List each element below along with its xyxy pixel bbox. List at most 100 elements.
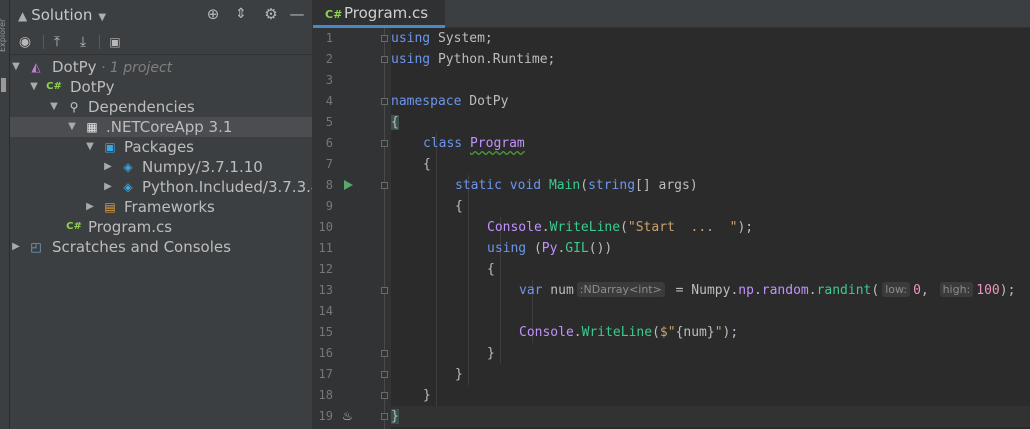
code-text: ); (737, 220, 754, 235)
chevron-down-icon: ▼ (98, 12, 107, 23)
fold-marker-icon[interactable] (381, 35, 388, 42)
tree-item-project[interactable]: ▼ C# DotPy (10, 77, 312, 97)
framework-target-icon: ▦ (86, 120, 98, 134)
fold-marker-icon[interactable] (381, 182, 388, 189)
line-number: 9 (325, 199, 333, 213)
panel-header: ▲ Solution ▼ ⊕ ⇕ ⚙ — (10, 0, 312, 29)
explorer-strip-label[interactable]: Explorer (0, 8, 10, 52)
line-number: 18 (318, 388, 333, 402)
code-editor: C# Program.cs 1 2 3 4 5 6 7 8 9 10 11 12… (312, 0, 1030, 429)
expanded-arrow-icon[interactable]: ▼ (48, 97, 60, 117)
tree-item-packages[interactable]: ▼ ▣ Packages (10, 137, 312, 157)
collapsed-arrow-icon[interactable]: ▶ (10, 237, 22, 257)
minimize-icon[interactable]: — (288, 5, 306, 23)
line-number: 14 (318, 304, 333, 318)
tree-item-netcoreapp[interactable]: ▼ ▦ .NETCoreApp 3.1 (10, 117, 312, 137)
expanded-arrow-icon[interactable]: ▼ (10, 57, 22, 77)
code-line-12: { (391, 259, 1030, 280)
keyword: using (487, 241, 527, 256)
scroll-down-icon[interactable]: ⤓ (74, 33, 92, 51)
target-icon[interactable]: ⊕ (204, 5, 222, 23)
class-ref: Py (541, 241, 558, 256)
csharp-file-icon: C# (325, 8, 343, 21)
panel-title-dropdown[interactable]: ▲ Solution ▼ (18, 6, 106, 24)
panel-toolbar: ◉ ⤒ ⤓ ▣ (10, 29, 312, 55)
code-line-13: var num:NDarray<int> = Numpy.np.random.r… (519, 282, 1016, 298)
csharp-file-icon: C# (66, 221, 82, 232)
keyword: var (519, 283, 543, 298)
fold-marker-icon[interactable] (381, 287, 388, 294)
tree-item-program-cs[interactable]: C# Program.cs (10, 217, 312, 237)
strip-marker (1, 78, 6, 92)
matched-brace: { (391, 115, 399, 130)
gear-icon[interactable]: ⚙ (262, 5, 280, 23)
tree-item-label: Frameworks (124, 198, 215, 216)
tree-item-label: DotPy (52, 58, 97, 76)
code-area[interactable]: using System; using Python.Runtime; name… (391, 28, 1030, 429)
code-line-7: { (391, 154, 1030, 175)
code-text: { (487, 262, 495, 277)
fold-marker-icon[interactable] (381, 56, 388, 63)
collapsed-arrow-icon[interactable]: ▶ (102, 157, 114, 177)
expanded-arrow-icon[interactable]: ▼ (28, 77, 40, 97)
packages-icon: ▣ (104, 140, 116, 154)
tree-item-label: .NETCoreApp 3.1 (106, 118, 233, 136)
number-literal: 0 (913, 283, 921, 298)
line-number: 4 (325, 94, 333, 108)
tree-item-solution[interactable]: ▼ ◭ DotPy · 1 project (10, 57, 312, 77)
method-ref: WriteLine (581, 325, 653, 340)
collapse-all-icon[interactable]: ⇕ (232, 5, 250, 23)
number-literal: 100 (976, 283, 1000, 298)
parameter-hint: high: (939, 282, 974, 297)
fold-marker-icon[interactable] (381, 350, 388, 357)
tool-window-strip: Explorer (0, 0, 10, 429)
code-line-1: using System; (391, 28, 1030, 49)
code-text: } (487, 346, 495, 361)
panel-title: Solution (31, 6, 93, 24)
keyword: string (588, 178, 636, 193)
fold-marker-icon[interactable] (381, 140, 388, 147)
code-text: Python.Runtime; (430, 52, 556, 67)
tree-item-frameworks[interactable]: ▶ ▤ Frameworks (10, 197, 312, 217)
fold-marker-icon[interactable] (381, 98, 388, 105)
tree-item-dependencies[interactable]: ▼ ⚲ Dependencies (10, 97, 312, 117)
code-text: [] args) (635, 178, 698, 193)
tree-item-numpy[interactable]: ▶ ◈ Numpy/3.7.1.10 (10, 157, 312, 177)
class-ref: Console (519, 325, 574, 340)
code-line-8: static void Main(string[] args) (455, 178, 698, 193)
collapsed-arrow-icon[interactable]: ▶ (102, 177, 114, 197)
code-text: } (423, 388, 431, 403)
line-number: 15 (318, 325, 333, 339)
code-line-11: using (Py.GIL()) (487, 241, 613, 256)
tree-item-python-included[interactable]: ▶ ◈ Python.Included/3.7.3.4 (10, 177, 312, 197)
preview-icon[interactable]: ▣ (106, 33, 124, 51)
keyword: class (423, 136, 463, 151)
tree-item-label: Scratches and Consoles (52, 238, 231, 256)
expanded-arrow-icon[interactable]: ▼ (66, 117, 78, 137)
string-literal: "Start ... " (627, 220, 738, 235)
tab-program-cs[interactable]: C# Program.cs (313, 0, 445, 28)
class-ref: Console (487, 220, 542, 235)
scroll-up-icon[interactable]: ⤒ (48, 33, 66, 51)
tree-item-label: Program.cs (88, 218, 173, 236)
code-line-16: } (391, 343, 1030, 364)
fold-marker-icon[interactable] (381, 413, 388, 420)
line-number: 7 (325, 157, 333, 171)
line-number: 8 (325, 178, 333, 192)
lightbulb-icon[interactable]: ♨ (342, 406, 353, 427)
fold-marker-icon[interactable] (381, 392, 388, 399)
line-number: 6 (325, 136, 333, 150)
tree-item-label: Numpy/3.7.1.10 (142, 158, 263, 176)
frameworks-icon: ▤ (104, 200, 116, 214)
tree-item-label: Packages (124, 138, 194, 156)
scratches-icon: ◰ (30, 240, 42, 254)
expanded-arrow-icon[interactable]: ▼ (84, 137, 96, 157)
line-number: 12 (318, 262, 333, 276)
fold-marker-icon[interactable] (381, 371, 388, 378)
keyword: using (391, 31, 431, 46)
code-line-15: Console.WriteLine($"{num}"); (519, 325, 739, 340)
collapsed-arrow-icon[interactable]: ▶ (84, 197, 96, 217)
show-all-files-icon[interactable]: ◉ (16, 33, 34, 51)
tree-item-scratches[interactable]: ▶ ◰ Scratches and Consoles (10, 237, 312, 257)
run-icon[interactable] (344, 180, 353, 190)
